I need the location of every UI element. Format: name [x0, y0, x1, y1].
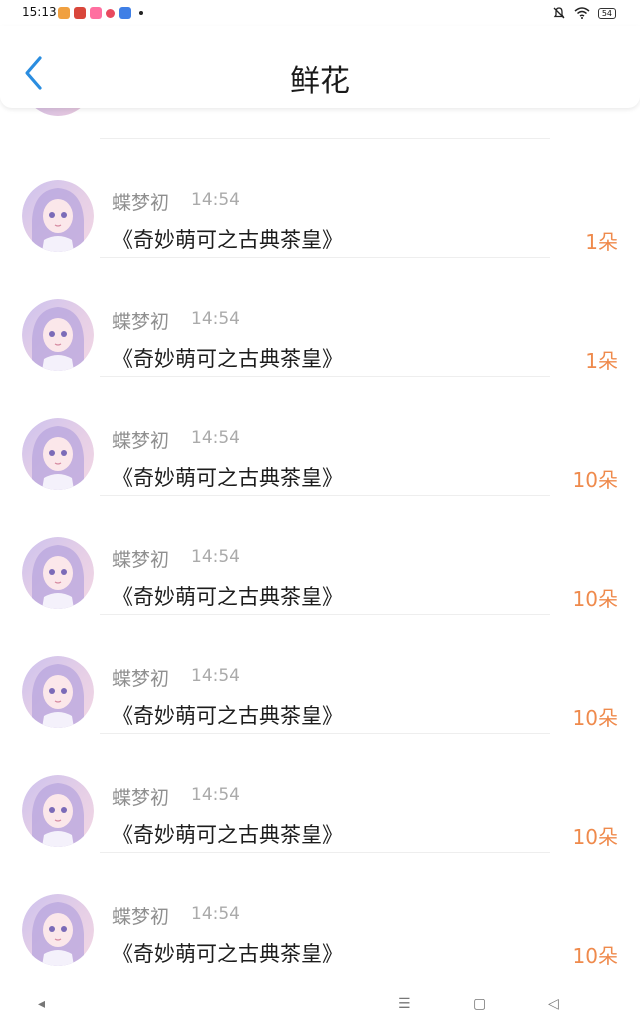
page-title: 鲜花	[290, 64, 350, 99]
gift-title: 《奇妙萌可之古典茶皇》	[112, 585, 343, 609]
sender-name: 蝶梦初	[112, 668, 170, 690]
gift-title: 《奇妙萌可之古典茶皇》	[112, 466, 343, 490]
gift-title: 《奇妙萌可之古典茶皇》	[112, 704, 343, 728]
sender-name: 蝶梦初	[112, 430, 170, 452]
divider	[100, 138, 550, 139]
app-notification-icon	[119, 7, 131, 19]
flower-count: 1朵	[585, 349, 618, 373]
gift-title: 《奇妙萌可之古典茶皇》	[112, 823, 343, 847]
list-item[interactable]: 蝶梦初 14:54 《奇妙萌可之古典茶皇》 10朵	[0, 733, 640, 852]
send-time: 14:54	[191, 785, 240, 805]
status-app-icons	[58, 6, 143, 20]
avatar[interactable]	[22, 537, 94, 609]
avatar[interactable]	[22, 775, 94, 847]
gift-title: 《奇妙萌可之古典茶皇》	[112, 942, 343, 966]
divider	[100, 376, 550, 377]
status-right: 54	[552, 5, 616, 21]
list-item[interactable]: 蝶梦初 14:54 《奇妙萌可之古典茶皇》 1朵	[0, 138, 640, 257]
menu-nav-icon[interactable]: ☰	[398, 995, 411, 1013]
divider	[100, 852, 550, 853]
avatar[interactable]	[22, 418, 94, 490]
send-time: 14:54	[191, 190, 240, 210]
sender-name: 蝶梦初	[112, 549, 170, 571]
divider	[100, 257, 550, 258]
avatar[interactable]	[22, 656, 94, 728]
send-time: 14:54	[191, 428, 240, 448]
flower-count: 1朵	[585, 230, 618, 254]
flower-count: 10朵	[572, 944, 618, 968]
app-notification-icon	[74, 7, 86, 19]
send-time: 14:54	[191, 547, 240, 567]
sender-name: 蝶梦初	[112, 906, 170, 928]
send-time: 14:54	[191, 309, 240, 329]
app-notification-icon	[106, 8, 115, 18]
app-notification-icon	[58, 7, 70, 19]
flower-count: 10朵	[572, 587, 618, 611]
flower-count: 10朵	[572, 706, 618, 730]
hide-nav-icon[interactable]: ◂	[38, 995, 45, 1013]
gift-title: 《奇妙萌可之古典茶皇》	[112, 228, 343, 252]
send-time: 14:54	[191, 904, 240, 924]
list-item[interactable]: 蝶梦初 14:54 《奇妙萌可之古典茶皇》 10朵	[0, 495, 640, 614]
list-item[interactable]: 蝶梦初 14:54 《奇妙萌可之古典茶皇》 10朵	[0, 376, 640, 495]
sender-name: 蝶梦初	[112, 787, 170, 809]
sender-name: 蝶梦初	[112, 192, 170, 214]
gift-title: 《奇妙萌可之古典茶皇》	[112, 347, 343, 371]
wifi-icon	[574, 7, 590, 19]
list-item[interactable]: 蝶梦初 14:54 《奇妙萌可之古典茶皇》 1朵	[0, 257, 640, 376]
navigation-bar: ◂ ☰ ▢ ◁	[0, 986, 640, 1024]
header-bar: 鲜花	[0, 26, 640, 108]
avatar[interactable]	[22, 894, 94, 966]
status-bar: 15:13 54	[0, 0, 640, 26]
mute-bell-icon	[553, 7, 565, 19]
sender-name: 蝶梦初	[112, 311, 170, 333]
more-notifications-dot	[139, 11, 143, 15]
divider	[100, 495, 550, 496]
back-nav-icon[interactable]: ◁	[548, 995, 559, 1013]
avatar[interactable]	[22, 180, 94, 252]
list-item[interactable]: 蝶梦初 14:54 《奇妙萌可之古典茶皇》 10朵	[0, 614, 640, 733]
flower-count: 10朵	[572, 468, 618, 492]
app-notification-icon	[90, 7, 102, 19]
flower-count: 10朵	[572, 825, 618, 849]
avatar[interactable]	[22, 299, 94, 371]
list-item[interactable]: 蝶梦初 14:54 《奇妙萌可之古典茶皇》 10朵	[0, 852, 640, 971]
divider	[100, 733, 550, 734]
divider	[100, 614, 550, 615]
battery-indicator: 54	[597, 7, 616, 19]
send-time: 14:54	[191, 666, 240, 686]
home-nav-icon[interactable]: ▢	[473, 995, 486, 1013]
status-time: 15:13	[22, 5, 57, 19]
